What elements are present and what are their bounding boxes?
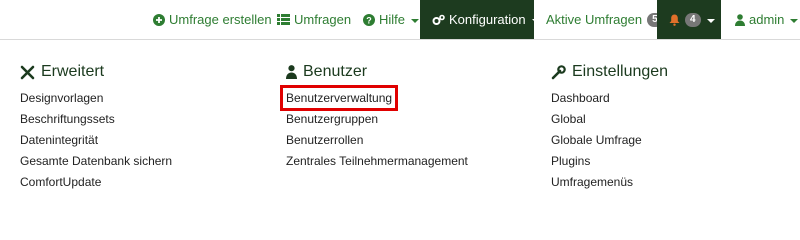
chevron-down-icon (531, 18, 540, 23)
plus-circle-icon (153, 13, 165, 26)
gears-icon (432, 14, 445, 26)
chevron-down-icon (706, 18, 715, 23)
configuration-menu[interactable]: Konfiguration (420, 0, 540, 39)
notifications-count-badge: 4 (685, 12, 701, 27)
column-settings: Einstellungen Dashboard Global Globale U… (551, 62, 668, 189)
menu-item-plugins[interactable]: Plugins (551, 154, 642, 175)
list-icon (277, 14, 290, 25)
menu-item-umfragemenues[interactable]: Umfragemenüs (551, 175, 642, 196)
help-menu[interactable]: ? Hilfe (363, 0, 420, 39)
column-users-heading: Benutzer (286, 62, 367, 82)
surveys-label: Umfragen (294, 12, 352, 27)
menu-item-benutzerverwaltung[interactable]: Benutzerverwaltung (279, 85, 468, 112)
user-icon (286, 65, 297, 79)
question-circle-icon: ? (363, 13, 375, 26)
user-menu[interactable]: admin (735, 0, 799, 39)
create-survey-link[interactable]: Umfrage erstellen (153, 0, 272, 39)
chevron-down-icon (790, 18, 799, 23)
column-settings-title: Einstellungen (572, 63, 669, 80)
create-survey-label: Umfrage erstellen (169, 12, 272, 27)
column-users: Benutzer Benutzerverwaltung Benutzergrup… (279, 62, 468, 168)
menu-item-benutzergruppen[interactable]: Benutzergruppen (286, 112, 468, 133)
svg-text:?: ? (366, 15, 372, 25)
menu-item-datenintegritaet[interactable]: Datenintegrität (20, 133, 172, 154)
notifications-menu[interactable]: 4 (657, 0, 721, 39)
help-label: Hilfe (379, 12, 406, 27)
bell-icon (669, 14, 680, 26)
column-advanced: Erweitert Designvorlagen Beschriftungsse… (20, 62, 172, 189)
user-icon (735, 13, 745, 26)
configuration-label: Konfiguration (449, 12, 526, 27)
menu-item-teilnehmermanagement[interactable]: Zentrales Teilnehmermanagement (286, 154, 468, 175)
menu-item-beschriftungssets[interactable]: Beschriftungssets (20, 112, 172, 133)
column-advanced-title: Erweitert (41, 63, 105, 80)
active-surveys-label: Aktive Umfragen (546, 12, 643, 27)
active-surveys-link[interactable]: Aktive Umfragen 5 (546, 0, 663, 39)
surveys-link[interactable]: Umfragen (277, 0, 351, 39)
top-navbar: Umfrage erstellen Umfragen ? Hilfe Konfi… (0, 0, 800, 40)
menu-item-benutzerrollen[interactable]: Benutzerrollen (286, 133, 468, 154)
highlighted-item-label: Benutzerverwaltung (279, 85, 399, 111)
column-users-title: Benutzer (303, 63, 368, 80)
column-advanced-heading: Erweitert (20, 62, 104, 82)
tools-icon (20, 65, 35, 80)
menu-item-datenbank-sichern[interactable]: Gesamte Datenbank sichern (20, 154, 172, 175)
wrench-icon (551, 64, 566, 80)
menu-item-dashboard[interactable]: Dashboard (551, 91, 642, 112)
menu-item-designvorlagen[interactable]: Designvorlagen (20, 91, 172, 112)
menu-item-globale-umfrage[interactable]: Globale Umfrage (551, 133, 642, 154)
chevron-down-icon (411, 18, 420, 23)
menu-item-comfortupdate[interactable]: ComfortUpdate (20, 175, 172, 196)
user-label: admin (749, 12, 785, 27)
column-settings-heading: Einstellungen (551, 62, 668, 82)
menu-item-global[interactable]: Global (551, 112, 642, 133)
